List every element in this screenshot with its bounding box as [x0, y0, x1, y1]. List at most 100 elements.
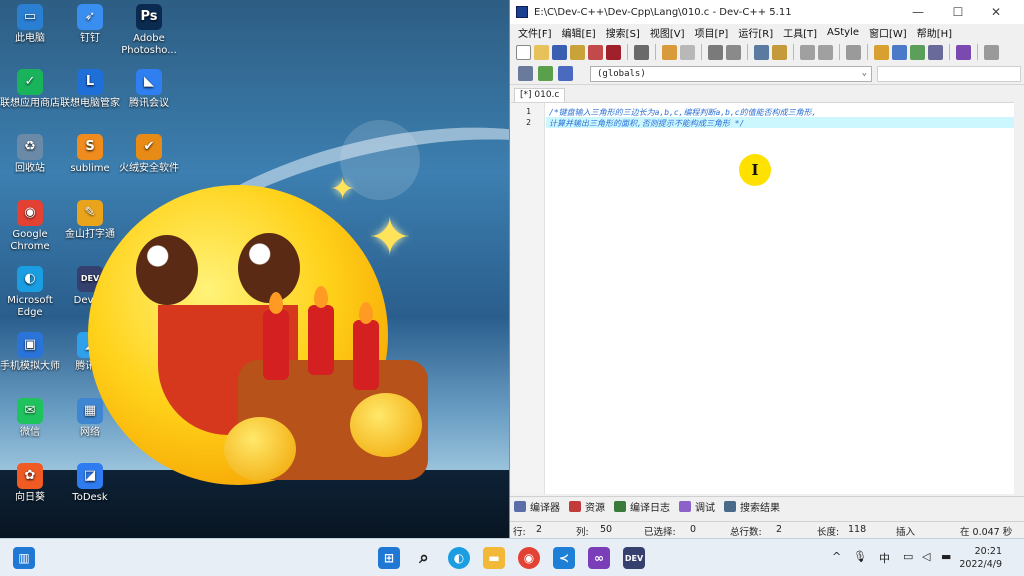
desktop-icon[interactable]: ➶ 钉钉 — [60, 4, 120, 45]
compile-run-icon[interactable] — [910, 44, 925, 60]
sticker-left-hand — [224, 417, 296, 481]
chevron-up-icon[interactable]: ^ — [832, 550, 841, 563]
desktop-icon[interactable]: ◣ 腾讯会议 — [119, 69, 179, 110]
vscode-icon[interactable]: ≺ — [553, 547, 575, 569]
insert-icon[interactable] — [518, 66, 533, 81]
tab-search-results[interactable]: 搜索结果 — [724, 499, 780, 514]
widgets-icon[interactable]: ▥ — [13, 547, 35, 569]
desktop-icon-label: sublime — [70, 163, 110, 174]
line-number: 1 — [526, 107, 531, 116]
print-icon[interactable] — [634, 44, 649, 60]
bookmark-prev-icon[interactable] — [800, 44, 815, 60]
clock[interactable]: 20:21 2022/4/9 — [959, 545, 1002, 571]
desktop-icon[interactable]: ♻ 回收站 — [0, 134, 60, 175]
search-icon[interactable]: ⌕ — [413, 547, 435, 569]
menu-edit[interactable]: 编辑[E] — [557, 25, 601, 40]
save-all-icon[interactable] — [570, 44, 585, 60]
desktop-icon[interactable]: ◉ Google Chrome — [0, 200, 60, 253]
goto-icon[interactable] — [538, 66, 553, 81]
scope-combo[interactable]: (globals) ⌄ — [590, 65, 872, 82]
menu-help[interactable]: 帮助[H] — [912, 25, 957, 40]
devcpp-taskbar-icon[interactable]: DEV — [623, 547, 645, 569]
menu-project[interactable]: 项目[P] — [690, 25, 734, 40]
app-icon: ◣ — [136, 69, 162, 95]
app-icon: Ps — [136, 4, 162, 30]
open-file-icon[interactable] — [534, 44, 549, 60]
desktop-icon[interactable]: ✿ 向日葵 — [0, 463, 60, 504]
toggle-bookmark-icon[interactable] — [558, 66, 573, 81]
tab-resources[interactable]: 资源 — [569, 499, 605, 514]
replace-icon[interactable] — [726, 44, 741, 60]
desktop-icon[interactable]: ✉ 微信 — [0, 398, 60, 439]
compile-icon[interactable] — [874, 44, 889, 60]
rebuild-icon[interactable] — [928, 44, 943, 60]
microphone-icon[interactable]: 🎙 — [853, 550, 867, 563]
new-file-icon[interactable] — [516, 44, 531, 60]
app-icon: ▭ — [17, 4, 43, 30]
menu-run[interactable]: 运行[R] — [733, 25, 778, 40]
app-icon: ✓ — [17, 69, 43, 95]
indent-icon[interactable] — [754, 44, 769, 60]
sparkle-icon: ✦ — [330, 172, 356, 207]
tab-compile-log[interactable]: 编译日志 — [614, 499, 670, 514]
member-combo[interactable] — [877, 65, 1021, 82]
bookmark-next-icon[interactable] — [818, 44, 833, 60]
status-row-label: 行: — [513, 527, 526, 538]
check-syntax-icon[interactable] — [956, 44, 971, 60]
sticker-flame — [359, 302, 373, 324]
desktop-icon[interactable]: Ssublime — [60, 134, 120, 175]
desktop-icon[interactable]: ✔ 火绒安全软件 — [119, 134, 179, 175]
display-icon[interactable]: ▭ — [903, 550, 913, 563]
edge-icon[interactable]: ◐ — [448, 547, 470, 569]
start-icon[interactable]: ⊞ — [378, 547, 400, 569]
save-icon[interactable] — [552, 44, 567, 60]
desktop-icon[interactable]: ▣ 手机模拟大师 — [0, 332, 60, 373]
menu-window[interactable]: 窗口[W] — [864, 25, 912, 40]
desktop-icon[interactable]: ✓ 联想应用商店 — [0, 69, 60, 110]
minimize-button[interactable]: — — [900, 0, 936, 24]
unindent-icon[interactable] — [772, 44, 787, 60]
maximize-button[interactable]: ☐ — [940, 0, 976, 24]
find-icon[interactable] — [708, 44, 723, 60]
menu-file[interactable]: 文件[F] — [513, 25, 557, 40]
tab-compiler[interactable]: 编译器 — [514, 499, 560, 514]
desktop-icon[interactable]: Ps Adobe Photosho... — [119, 4, 179, 57]
tab-debug[interactable]: 调试 — [679, 499, 715, 514]
menu-view[interactable]: 视图[V] — [645, 25, 690, 40]
redo-icon[interactable] — [680, 44, 695, 60]
menu-tools[interactable]: 工具[T] — [778, 25, 822, 40]
visual-studio-icon[interactable]: ∞ — [588, 547, 610, 569]
folder-icon[interactable]: ▬ — [483, 547, 505, 569]
run-icon[interactable] — [892, 44, 907, 60]
clock-date: 2022/4/9 — [959, 559, 1002, 570]
close-button[interactable]: ✕ — [978, 0, 1014, 24]
sticker-right-hand — [350, 393, 422, 457]
toggle-comment-icon[interactable] — [846, 44, 861, 60]
editor-tabs: [*] 010.c — [510, 87, 1024, 104]
desktop-icon-label: 腾讯会议 — [129, 98, 169, 109]
desktop-icon-label: 微信 — [20, 427, 40, 438]
menu-search[interactable]: 搜索[S] — [601, 25, 645, 40]
search-results-icon — [724, 501, 736, 512]
chrome-icon[interactable]: ◉ — [518, 547, 540, 569]
status-parse-info: 在 0.047 秒 — [960, 527, 1013, 538]
stop-execution-icon[interactable] — [984, 44, 999, 60]
code-editor[interactable]: 1 2 /*键盘输入三角形的三边长为a,b,c,编程判断a,b,c的值能否构成三… — [511, 102, 1014, 494]
volume-icon[interactable]: ◁ — [922, 550, 930, 563]
undo-icon[interactable] — [662, 44, 677, 60]
desktop-icon[interactable]: L 联想电脑管家 — [60, 69, 120, 110]
desktop-icon-label: Google Chrome — [10, 229, 50, 252]
desktop-icon[interactable]: ◐ Microsoft Edge — [0, 266, 60, 319]
close-file-icon[interactable] — [588, 44, 603, 60]
ime-indicator[interactable]: 中 — [879, 550, 890, 566]
desktop-icon-label: Microsoft Edge — [7, 295, 53, 318]
desktop-icon-label: 联想电脑管家 — [60, 98, 120, 109]
battery-icon[interactable]: ▬ — [941, 550, 951, 563]
toolbar-separator — [949, 44, 950, 60]
close-all-icon[interactable] — [606, 44, 621, 60]
menu-astyle[interactable]: AStyle — [822, 27, 864, 38]
title-bar[interactable]: E:\C\Dev-C++\Dev-Cpp\Lang\010.c - Dev-C+… — [510, 0, 1024, 24]
desktop-icon[interactable]: ▭ 此电脑 — [0, 4, 60, 45]
sticker-candle — [308, 305, 334, 375]
toolbar-separator — [747, 44, 748, 60]
